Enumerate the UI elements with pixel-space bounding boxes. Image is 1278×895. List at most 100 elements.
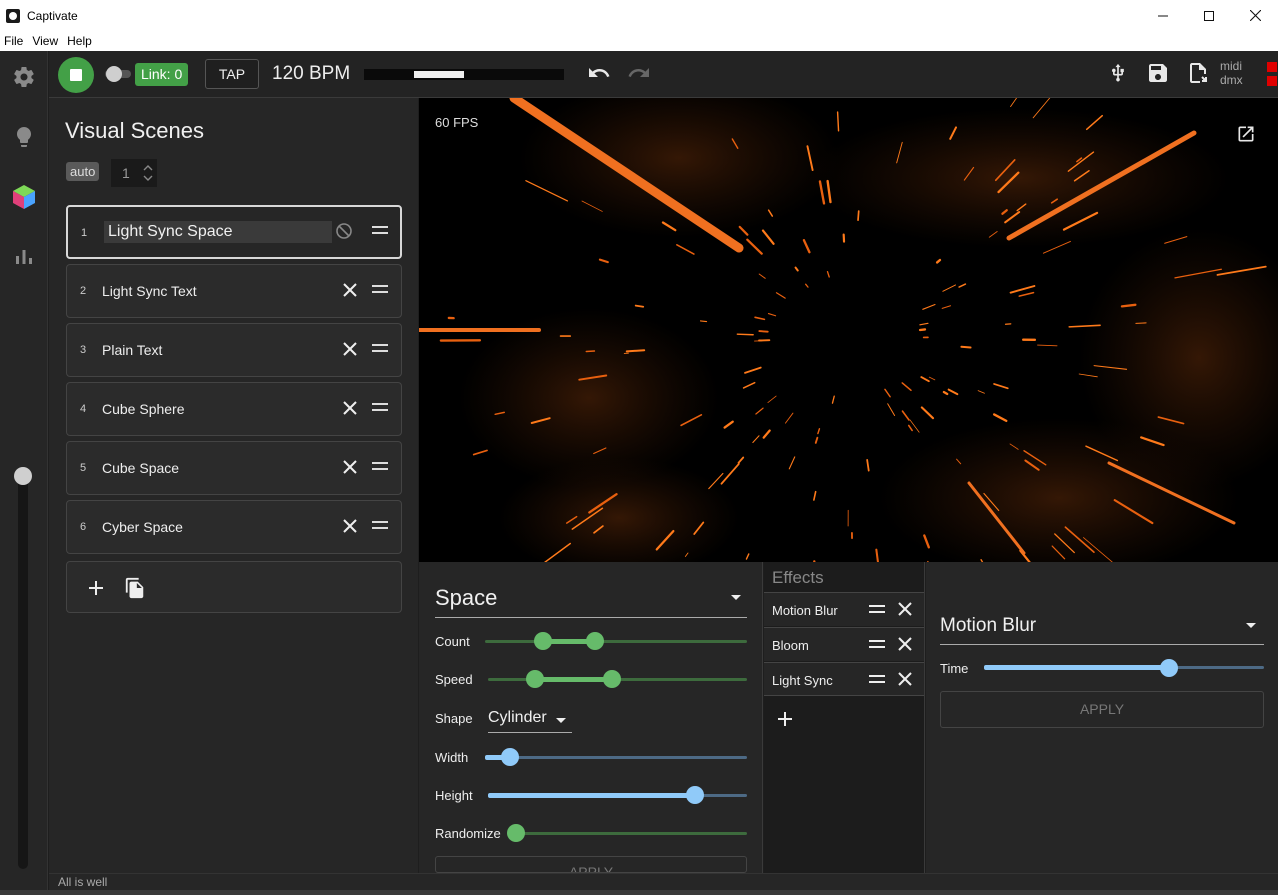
open-external-icon[interactable] bbox=[1236, 124, 1256, 144]
shape-select[interactable]: Cylinder bbox=[488, 708, 572, 733]
undo-icon[interactable] bbox=[587, 61, 611, 85]
width-slider-track[interactable] bbox=[485, 756, 747, 759]
light-streak bbox=[814, 436, 819, 444]
nav-stats[interactable] bbox=[0, 236, 48, 276]
drag-handle-icon[interactable] bbox=[372, 461, 388, 471]
add-scene-icon[interactable] bbox=[88, 580, 104, 596]
scene-apply-button[interactable]: APPLY bbox=[435, 856, 747, 873]
scene-actions-card bbox=[66, 561, 402, 613]
speed-slider-thumb-min[interactable] bbox=[526, 670, 544, 688]
close-icon[interactable] bbox=[898, 672, 912, 686]
count-slider-thumb-max[interactable] bbox=[586, 632, 604, 650]
scene-card-3[interactable]: 3 Plain Text bbox=[66, 323, 402, 377]
effect-item-light-sync[interactable]: Light Sync bbox=[764, 662, 924, 696]
close-icon[interactable] bbox=[343, 401, 357, 415]
add-effect-icon[interactable] bbox=[777, 711, 793, 727]
scene-name: Cube Space bbox=[102, 460, 180, 476]
light-streak bbox=[720, 462, 740, 485]
light-streak bbox=[723, 420, 734, 429]
visualizer-preview[interactable]: 60 FPS bbox=[419, 98, 1278, 562]
count-slider-thumb-min[interactable] bbox=[534, 632, 552, 650]
window-title: Captivate bbox=[27, 8, 78, 23]
minimize-button[interactable] bbox=[1140, 0, 1186, 31]
save-icon[interactable] bbox=[1146, 61, 1170, 85]
light-streak bbox=[1018, 291, 1035, 297]
duplicate-scene-icon[interactable] bbox=[124, 576, 146, 600]
nav-visualizer[interactable] bbox=[0, 177, 48, 217]
close-icon[interactable] bbox=[898, 602, 912, 616]
tap-tempo-button[interactable]: TAP bbox=[205, 59, 259, 89]
light-streak bbox=[699, 320, 708, 323]
effect-item-bloom[interactable]: Bloom bbox=[764, 627, 924, 661]
effect-type-select[interactable]: Motion Blur bbox=[940, 615, 1264, 645]
stop-button[interactable] bbox=[58, 57, 94, 93]
light-streak bbox=[788, 456, 796, 470]
close-icon[interactable] bbox=[898, 637, 912, 651]
link-status-badge[interactable]: Link: 0 bbox=[135, 63, 189, 86]
light-streak bbox=[598, 258, 609, 264]
effect-name: Bloom bbox=[772, 638, 809, 653]
usb-icon[interactable] bbox=[1108, 61, 1128, 85]
auto-count-input[interactable]: 1 bbox=[111, 159, 157, 187]
speed-slider-thumb-max[interactable] bbox=[603, 670, 621, 688]
effect-name: Light Sync bbox=[772, 673, 833, 688]
close-icon[interactable] bbox=[343, 519, 357, 533]
light-streak bbox=[755, 407, 764, 415]
auto-toggle[interactable]: auto bbox=[66, 162, 100, 181]
scene-card-6[interactable]: 6 Cyber Space bbox=[66, 500, 402, 554]
drag-handle-icon[interactable] bbox=[372, 225, 388, 235]
drag-handle-icon[interactable] bbox=[372, 520, 388, 530]
shape-value: Cylinder bbox=[488, 709, 547, 726]
light-streak bbox=[745, 553, 750, 560]
close-icon[interactable] bbox=[343, 342, 357, 356]
drag-handle-icon[interactable] bbox=[869, 604, 885, 614]
scene-number: 4 bbox=[80, 403, 87, 415]
randomize-slider-thumb[interactable] bbox=[507, 824, 525, 842]
nav-settings[interactable] bbox=[0, 57, 48, 97]
scene-card-1[interactable]: 1 Light Sync Space bbox=[66, 205, 402, 259]
scene-name-input[interactable]: Light Sync Space bbox=[104, 221, 332, 243]
randomize-slider-track[interactable] bbox=[516, 832, 747, 835]
menu-help[interactable]: Help bbox=[63, 34, 96, 48]
link-toggle[interactable] bbox=[103, 64, 133, 84]
light-streak bbox=[993, 383, 1009, 390]
menu-view[interactable]: View bbox=[28, 34, 62, 48]
scene-card-5[interactable]: 5 Cube Space bbox=[66, 441, 402, 495]
scene-card-4[interactable]: 4 Cube Sphere bbox=[66, 382, 402, 436]
master-slider-track[interactable] bbox=[18, 471, 28, 869]
effect-item-motion-blur[interactable]: Motion Blur bbox=[764, 592, 924, 626]
scene-type-select[interactable]: Space bbox=[435, 585, 747, 618]
drag-handle-icon[interactable] bbox=[869, 674, 885, 684]
block-icon[interactable] bbox=[335, 222, 353, 240]
close-icon[interactable] bbox=[343, 460, 357, 474]
close-window-button[interactable] bbox=[1232, 0, 1278, 31]
drag-handle-icon[interactable] bbox=[372, 343, 388, 353]
menu-file[interactable]: File bbox=[0, 34, 27, 48]
maximize-button[interactable] bbox=[1186, 0, 1232, 31]
count-label: Count bbox=[435, 634, 470, 649]
light-streak bbox=[1037, 344, 1058, 347]
time-slider-thumb[interactable] bbox=[1160, 659, 1178, 677]
nav-lighting[interactable] bbox=[0, 117, 48, 157]
time-label: Time bbox=[940, 661, 969, 676]
scene-card-2[interactable]: 2 Light Sync Text bbox=[66, 264, 402, 318]
speed-slider-range bbox=[535, 677, 612, 682]
light-streak bbox=[813, 490, 817, 501]
drag-handle-icon[interactable] bbox=[372, 402, 388, 412]
left-nav bbox=[0, 51, 48, 895]
scene-name: Light Sync Text bbox=[102, 283, 197, 299]
drag-handle-icon[interactable] bbox=[869, 639, 885, 649]
close-icon[interactable] bbox=[343, 283, 357, 297]
drag-handle-icon[interactable] bbox=[372, 284, 388, 294]
effect-apply-button[interactable]: APPLY bbox=[940, 691, 1264, 728]
light-streak bbox=[960, 345, 972, 349]
count-slider-track[interactable] bbox=[485, 640, 747, 643]
height-slider-fill bbox=[488, 793, 695, 798]
redo-icon[interactable] bbox=[627, 61, 651, 85]
height-slider-thumb[interactable] bbox=[686, 786, 704, 804]
stepper-arrows-icon[interactable] bbox=[143, 163, 153, 183]
scene-number: 3 bbox=[80, 344, 87, 356]
load-file-icon[interactable] bbox=[1186, 61, 1210, 85]
master-slider-thumb[interactable] bbox=[14, 467, 32, 485]
width-slider-thumb[interactable] bbox=[501, 748, 519, 766]
